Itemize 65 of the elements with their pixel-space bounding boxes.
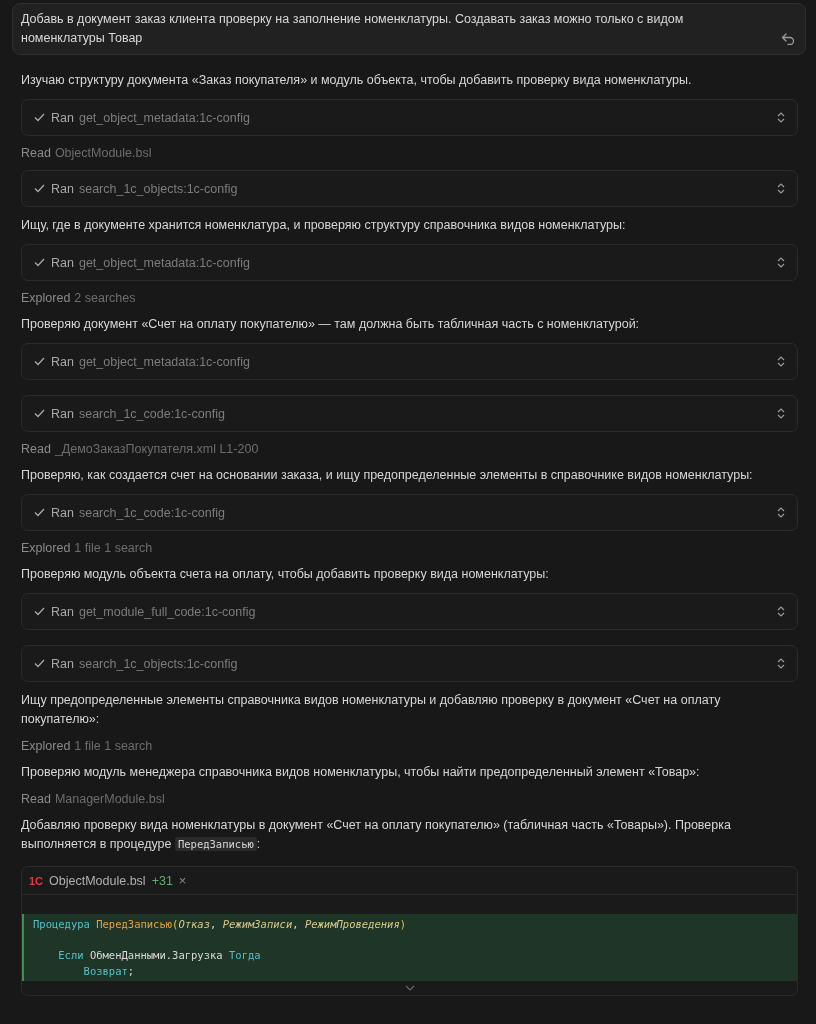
tool-name: get_module_full_code:1c-config xyxy=(78,604,257,619)
expand-icon[interactable] xyxy=(777,408,785,419)
tool-name: search_1c_objects:1c-config xyxy=(78,181,239,196)
message-text: Проверяю документ «Счет на оплату покупателю» — там должна быть табличная часть с номенклатурой: xyxy=(21,316,641,333)
added-lines-count: +31 xyxy=(151,873,173,888)
undo-icon[interactable] xyxy=(781,33,795,45)
check-icon xyxy=(34,258,45,267)
tool-call-row[interactable]: Ran search_1c_objects:1c-config xyxy=(21,645,798,682)
check-icon xyxy=(34,357,45,366)
check-icon xyxy=(34,508,45,517)
tool-name: get_object_metadata:1c-config xyxy=(78,110,251,125)
tool-verb: Ran xyxy=(51,656,74,671)
activity-verb: Read xyxy=(21,792,51,806)
expand-icon[interactable] xyxy=(777,658,785,669)
tool-call-row[interactable]: Ran get_object_metadata:1c-config xyxy=(21,244,798,281)
tool-name: search_1c_objects:1c-config xyxy=(78,656,239,671)
check-icon xyxy=(34,607,45,616)
check-icon xyxy=(34,184,45,193)
activity-verb: Read xyxy=(21,146,51,160)
tool-call-row[interactable]: Ran search_1c_code:1c-config xyxy=(21,395,798,432)
expand-icon[interactable] xyxy=(777,183,785,194)
expand-icon[interactable] xyxy=(777,356,785,367)
tool-call-row[interactable]: Ran get_module_full_code:1c-config xyxy=(21,593,798,630)
code-line: Если ОбменДанными.Загрузка Тогда xyxy=(57,948,262,963)
file-name[interactable]: ObjectModule.bsl xyxy=(49,873,146,888)
tool-call-row[interactable]: Ran search_1c_objects:1c-config xyxy=(21,170,798,207)
expand-icon[interactable] xyxy=(777,112,785,123)
message-text: Добавляю проверку вида номенклатуры в документ «Счет на оплату покупателю» (табличная часть «Товары»). Проверка выполняется в процедуре ПередЗаписью : xyxy=(21,817,732,853)
activity-verb: Explored xyxy=(21,541,71,555)
check-icon xyxy=(34,659,45,668)
tool-verb: Ran xyxy=(51,406,74,421)
activity-verb: Read xyxy=(21,442,51,456)
tool-name: search_1c_code:1c-config xyxy=(78,406,226,421)
tool-name: get_object_metadata:1c-config xyxy=(78,255,251,270)
expand-icon[interactable] xyxy=(777,257,785,268)
tool-verb: Ran xyxy=(51,181,74,196)
tool-name: search_1c_code:1c-config xyxy=(78,505,226,520)
activity-detail[interactable]: ObjectModule.bsl xyxy=(54,146,152,160)
close-button[interactable]: × xyxy=(178,873,187,888)
expand-icon[interactable] xyxy=(777,507,785,518)
code-line: Возврат; xyxy=(82,963,136,979)
message-text: Ищу, где в документе хранится номенклатура, и проверяю структуру справочника видов номенклатуры: xyxy=(21,217,627,234)
message-text: Проверяю модуль объекта счета на оплату, чтобы добавить проверку вида номенклатуры: xyxy=(21,566,550,583)
tool-verb: Ran xyxy=(51,505,74,520)
tool-call-row[interactable]: Ran search_1c_code:1c-config xyxy=(21,494,798,531)
expand-icon[interactable] xyxy=(404,985,415,991)
tool-verb: Ran xyxy=(51,354,74,369)
activity-verb: Explored xyxy=(21,739,71,753)
tool-verb: Ran xyxy=(51,604,74,619)
expand-icon[interactable] xyxy=(777,606,785,617)
tool-name: get_object_metadata:1c-config xyxy=(78,354,251,369)
logo: 1С xyxy=(29,874,44,887)
code-line: Процедура ПередЗаписью(Отказ, РежимЗаписи, РежимПроведения) xyxy=(33,917,408,932)
tool-verb: Ran xyxy=(51,110,74,125)
check-icon xyxy=(34,113,45,122)
tool-call-row[interactable]: Ran get_object_metadata:1c-config xyxy=(21,99,798,136)
tool-call-row[interactable]: Ran get_object_metadata:1c-config xyxy=(21,343,798,380)
tool-verb: Ran xyxy=(51,255,74,270)
message-text: Изучаю структуру документа «Заказ покупателя» и модуль объекта, чтобы добавить проверку вида номенклатуры. xyxy=(21,72,693,89)
message-text: Ищу предопределенные элементы справочника видов номенклатуры и добавляю проверку в документ «Счет на оплату покупателю»: xyxy=(21,692,722,728)
prompt-text: Добавь в документ заказ клиента проверку на заполнение номенклатуры. Создавать заказ можно только с видом номенклатуры Товар xyxy=(21,11,685,47)
message-text: Проверяю модуль менеджера справочника видов номенклатуры, чтобы найти предопределенный элемент «Товар»: xyxy=(21,764,701,781)
message-text: Проверяю, как создается счет на основании заказа, и ищу предопределенные элементы в справочнике видов номенклатуры: xyxy=(21,467,754,484)
check-icon xyxy=(34,409,45,418)
activity-verb: Explored xyxy=(21,291,71,305)
